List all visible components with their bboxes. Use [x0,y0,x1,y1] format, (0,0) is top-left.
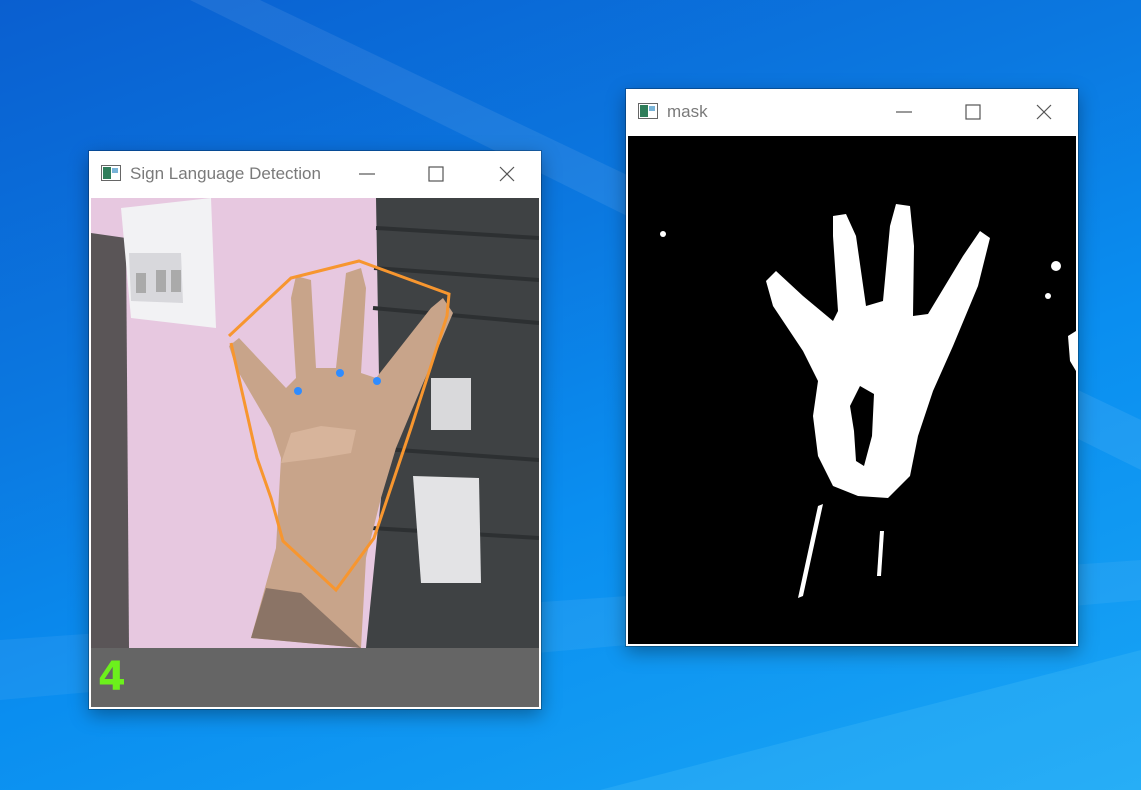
maximize-button[interactable] [959,98,987,126]
minimize-icon [359,173,375,175]
close-icon [1036,104,1052,120]
close-icon [499,166,515,182]
minimize-button[interactable] [890,98,918,126]
defect-point [294,387,302,395]
close-button[interactable] [1030,98,1058,126]
binary-hand-mask [660,204,1076,598]
opencv-window-icon [101,165,121,181]
maximize-icon [428,166,444,182]
finger-count: 4 [98,654,126,700]
maximize-icon [965,104,981,120]
defect-point [373,377,381,385]
title-bar[interactable]: Sign Language Detection [89,151,541,197]
title-bar[interactable]: mask [626,89,1078,135]
camera-frame-image [91,198,539,648]
minimize-button[interactable] [353,160,381,188]
minimize-icon [896,111,912,113]
mask-image [628,136,1076,644]
camera-feed [91,198,539,648]
close-button[interactable] [493,160,521,188]
defect-point [336,369,344,377]
window-title: Sign Language Detection [130,164,321,183]
mask-window: mask [626,89,1078,646]
opencv-window-icon [638,103,658,119]
sign-language-detection-window: Sign Language Detection 4 [89,151,541,709]
count-display-bar: 4 [91,648,539,707]
window-title: mask [667,102,708,121]
maximize-button[interactable] [422,160,450,188]
